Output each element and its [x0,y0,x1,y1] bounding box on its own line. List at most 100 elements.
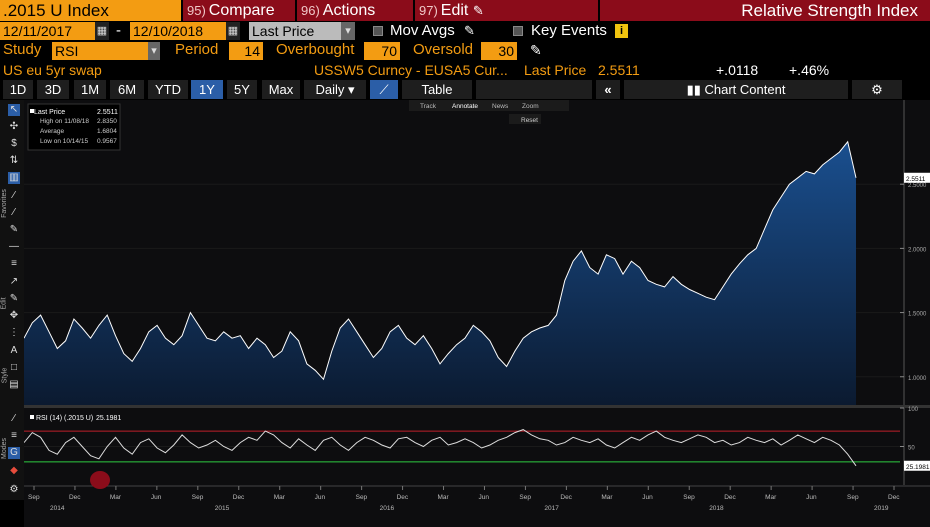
track-tool: Track [420,103,437,110]
rsi-legend-label: RSI (14) (.2015 U) [36,415,93,422]
table-button[interactable]: Table [402,80,472,99]
range-1m[interactable]: 1M [74,80,106,99]
last-price-value: 2.5511 [598,62,640,78]
rsi-legend: RSI (14) (.2015 U) 25.1981 [30,415,121,422]
panel-separator [24,405,930,408]
month-tick-label: Mar [765,494,777,501]
month-tick-label: Dec [397,494,409,501]
range-1d[interactable]: 1D [3,80,33,99]
cursor-icon[interactable]: ↖ [8,104,20,116]
year-tick-label: 2015 [215,505,230,512]
range-max[interactable]: Max [262,80,300,99]
rsi-mode-icon[interactable]: G [8,447,20,459]
range-3d[interactable]: 3D [37,80,69,99]
month-tick-label: Mar [601,494,613,501]
month-tick-label: Sep [847,494,859,501]
pencil-icon[interactable]: ✎ [464,22,475,40]
month-tick-label: Dec [724,494,736,501]
event-marker[interactable] [90,471,110,489]
month-tick-label: Sep [683,494,695,501]
event-icon[interactable]: ◆ [8,465,20,477]
security-name: US eu 5yr swap [3,62,102,78]
month-tick-label: Jun [315,494,326,501]
hline-icon[interactable]: ― [8,241,20,253]
zoom-tool: Zoom [522,103,539,110]
edit-icon[interactable]: ✎ [8,293,20,305]
study-field[interactable]: RSI [52,42,148,60]
legend-high-label: High on 11/08/18 [40,118,89,125]
key-events-checkbox[interactable] [513,26,523,36]
legend-last-value: 2.5511 [97,109,118,116]
chart-icon: ▮▮ [686,82,701,97]
chevron-down-icon: ▾ [348,82,355,97]
info-icon[interactable]: i [615,24,628,38]
range-6m[interactable]: 6M [110,80,144,99]
trendline-icon[interactable]: ∕ [8,190,20,202]
favorites-icon[interactable]: ▥ [8,172,20,184]
frequency-select[interactable]: Daily ▾ [304,80,366,99]
price-tick-label: 1.0000 [908,376,927,382]
edit-menu[interactable]: 97) Edit ✎ [415,0,598,21]
range-5y[interactable]: 5Y [227,80,257,99]
text-icon[interactable]: A [8,345,20,357]
month-tick-label: Dec [560,494,572,501]
calendar-icon[interactable]: ▦ [226,22,240,40]
start-date-field[interactable]: 12/11/2017 [0,22,95,40]
price-tick-label: 1.5000 [908,312,927,318]
page-title: Relative Strength Index [600,0,930,21]
actions-menu[interactable]: 96) Actions [297,0,413,21]
month-tick-label: Jun [642,494,653,501]
oversold-field[interactable]: 30 [481,42,517,60]
ruler-icon[interactable]: ∕ [8,413,20,425]
style-vertical-label: Style [1,367,9,384]
range-1y[interactable]: 1Y [191,80,223,99]
period-field[interactable]: 14 [229,42,263,60]
pencil-icon[interactable]: ✎ [530,41,542,59]
fib-icon[interactable]: ⋮ [8,327,20,339]
gear-icon[interactable]: ⚙ [852,80,902,99]
edit-num: 97) [419,3,438,18]
line-chart-icon[interactable]: ⟋ [370,80,398,99]
reset-label: Reset [521,117,538,124]
crosshair-icon[interactable]: ✣ [8,121,20,133]
price-legend: Last Price 2.5511 High on 11/08/18 2.835… [27,103,121,151]
move-icon[interactable]: ✥ [8,310,20,322]
month-tick-label: Mar [274,494,286,501]
month-tick-label: Dec [233,494,245,501]
calendar-icon[interactable]: ▦ [95,22,109,40]
overbought-field[interactable]: 70 [364,42,400,60]
box-icon[interactable]: □ [8,362,20,374]
price-tool-icon[interactable]: $ [8,138,20,150]
legend-avg-value: 1.6804 [97,128,117,135]
style-icon[interactable]: ▤ [8,379,20,391]
oversold-label: Oversold [413,41,474,58]
chevron-down-icon[interactable]: ▾ [341,22,355,40]
panel-separator-bar [24,405,930,408]
modes-vertical-label: Modes [1,437,9,460]
pencil-icon: ✎ [472,3,484,18]
chart-svg[interactable]: 1.00001.50002.00002.50002.5511 5010025.1… [24,100,930,527]
chevron-down-icon[interactable]: ▾ [148,42,160,60]
month-tick-label: Sep [28,494,40,501]
channel-icon[interactable]: ≡ [8,258,20,270]
shift-icon[interactable]: ⇅ [8,155,20,167]
change-value: +.0118 [716,62,759,78]
date-dash: - [116,22,121,39]
compare-menu[interactable]: 95) Compare [183,0,295,21]
mov-avgs-checkbox[interactable] [373,26,383,36]
range-ytd[interactable]: YTD [148,80,188,99]
chart-content-button[interactable]: ▮▮ Chart Content [624,80,848,99]
price-field-select[interactable]: Last Price [249,22,341,40]
year-tick-label: 2016 [380,505,395,512]
price-tick-label: 2.5000 [908,183,927,189]
collapse-icon[interactable]: « [596,80,620,99]
ticker-field[interactable]: .2015 U Index [0,0,181,21]
compare-label: Compare [208,2,275,19]
stack-icon[interactable]: ≡ [8,430,20,442]
actions-label: Actions [322,2,376,19]
ray-icon[interactable]: ⁄ [8,207,20,219]
pen-icon[interactable]: ✎ [8,224,20,236]
arrow-icon[interactable]: ↗ [8,276,20,288]
settings-icon[interactable]: ⚙ [8,484,20,496]
end-date-field[interactable]: 12/10/2018 [130,22,226,40]
